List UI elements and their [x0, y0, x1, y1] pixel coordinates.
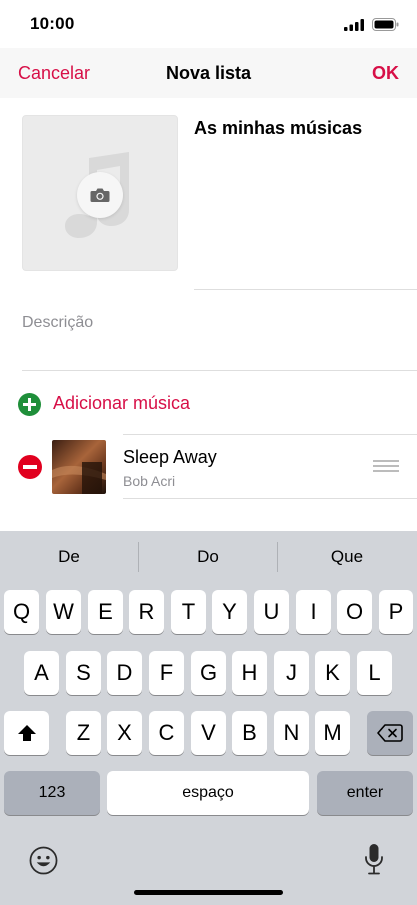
key-n[interactable]: N: [274, 711, 309, 755]
status-time: 10:00: [30, 14, 75, 33]
navigation-bar: Cancelar Nova lista OK: [0, 48, 417, 98]
key-c[interactable]: C: [149, 711, 184, 755]
numbers-key[interactable]: 123: [4, 771, 100, 815]
microphone-icon[interactable]: [364, 843, 384, 875]
suggestion-3[interactable]: Que: [278, 547, 416, 567]
shift-icon: [18, 725, 36, 741]
key-v[interactable]: V: [191, 711, 226, 755]
key-r[interactable]: R: [129, 590, 164, 634]
shift-key[interactable]: [4, 711, 49, 755]
key-h[interactable]: H: [232, 651, 267, 695]
key-a[interactable]: A: [24, 651, 59, 695]
divider: [123, 434, 417, 435]
key-i[interactable]: I: [296, 590, 331, 634]
song-artist: Bob Acri: [123, 473, 176, 489]
suggestion-1[interactable]: De: [0, 547, 138, 567]
enter-key[interactable]: enter: [317, 771, 413, 815]
key-d[interactable]: D: [107, 651, 142, 695]
keyboard: De Do Que Q W E R T Y U I O P A S D F G …: [0, 531, 417, 905]
signal-icon: [344, 19, 364, 31]
description-field[interactable]: Descrição: [22, 314, 93, 332]
key-y[interactable]: Y: [212, 590, 247, 634]
divider: [194, 289, 417, 290]
home-indicator: [134, 890, 283, 895]
backspace-key[interactable]: [367, 711, 413, 755]
key-g[interactable]: G: [191, 651, 226, 695]
ok-button[interactable]: OK: [372, 63, 399, 84]
key-t[interactable]: T: [171, 590, 206, 634]
divider: [22, 370, 417, 371]
key-o[interactable]: O: [337, 590, 372, 634]
add-icon: [18, 393, 41, 416]
remove-song-button[interactable]: [18, 455, 42, 479]
album-artwork: [52, 440, 106, 494]
emoji-icon[interactable]: [29, 846, 58, 875]
backspace-icon: [377, 724, 403, 742]
song-title: Sleep Away: [123, 447, 217, 467]
key-w[interactable]: W: [46, 590, 81, 634]
key-m[interactable]: M: [315, 711, 350, 755]
key-k[interactable]: K: [315, 651, 350, 695]
key-l[interactable]: L: [357, 651, 392, 695]
add-photo-button[interactable]: [77, 172, 123, 218]
key-q[interactable]: Q: [4, 590, 39, 634]
status-bar: 10:00: [0, 0, 417, 48]
key-e[interactable]: E: [88, 590, 123, 634]
divider: [123, 498, 417, 499]
suggestion-2[interactable]: Do: [139, 547, 277, 567]
page-title: Nova lista: [165, 63, 252, 83]
add-music-label: Adicionar música: [53, 393, 191, 413]
camera-icon: [90, 188, 110, 202]
reorder-handle-icon[interactable]: [373, 460, 399, 474]
key-j[interactable]: J: [274, 651, 309, 695]
key-f[interactable]: F: [149, 651, 184, 695]
key-u[interactable]: U: [254, 590, 289, 634]
playlist-name-field[interactable]: As minhas músicas: [194, 118, 362, 139]
key-p[interactable]: P: [379, 590, 413, 634]
battery-icon: [372, 18, 399, 31]
key-z[interactable]: Z: [66, 711, 101, 755]
space-key[interactable]: espaço: [107, 771, 309, 815]
playlist-artwork[interactable]: [22, 115, 178, 271]
key-b[interactable]: B: [232, 711, 267, 755]
key-x[interactable]: X: [107, 711, 142, 755]
key-s[interactable]: S: [66, 651, 101, 695]
